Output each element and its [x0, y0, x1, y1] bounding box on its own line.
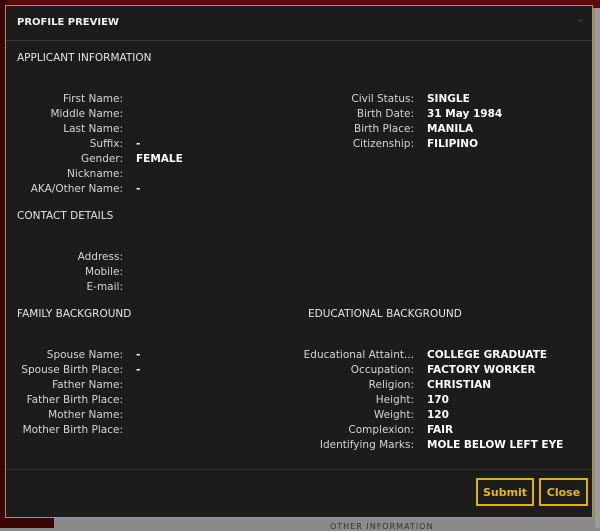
field-row: Citizenship: FILIPINO: [6, 137, 586, 152]
close-button[interactable]: Close: [539, 478, 588, 506]
backdrop-partial-text: OTHER INFORMATION: [330, 522, 434, 531]
modal-header: PROFILE PREVIEW ×: [6, 6, 592, 41]
field-label: Civil Status:: [351, 93, 414, 105]
field-label: Identifying Marks:: [319, 439, 414, 451]
field-label: Birth Place:: [353, 123, 414, 135]
field-label: Nickname:: [67, 168, 123, 180]
field-row: Gender: FEMALE: [6, 152, 586, 167]
field-value: 120: [427, 409, 449, 421]
section-family-background: FAMILY BACKGROUND: [17, 308, 132, 320]
field-row: Birth Date: 31 May 1984: [6, 107, 586, 122]
close-icon[interactable]: ×: [576, 17, 584, 27]
field-label: AKA/Other Name:: [30, 183, 123, 195]
field-value: FEMALE: [136, 153, 183, 165]
section-contact-details: CONTACT DETAILS: [17, 210, 114, 222]
field-row: Address:: [6, 250, 586, 265]
field-row: AKA/Other Name: -: [6, 182, 586, 197]
field-row: Nickname:: [6, 167, 586, 182]
field-label: Address:: [77, 251, 123, 263]
field-label: Birth Date:: [356, 108, 414, 120]
field-row: Mobile:: [6, 265, 586, 280]
section-educational-background: EDUCATIONAL BACKGROUND: [308, 308, 462, 320]
field-label: Occupation:: [350, 364, 414, 376]
field-label: Mobile:: [85, 266, 123, 278]
field-row: E-mail:: [6, 280, 586, 295]
field-value: FILIPINO: [427, 138, 478, 150]
section-applicant-information: APPLICANT INFORMATION: [17, 52, 152, 64]
modal-footer: Submit Close: [6, 469, 592, 517]
field-value: COLLEGE GRADUATE: [427, 349, 548, 361]
field-label: Religion:: [368, 379, 414, 391]
field-value: MOLE BELOW LEFT EYE: [427, 439, 564, 451]
profile-preview-modal: PROFILE PREVIEW × APPLICANT INFORMATION …: [5, 5, 593, 518]
field-row: Religion: CHRISTIAN: [6, 378, 586, 393]
field-label: Gender:: [80, 153, 123, 165]
field-label: Weight:: [373, 409, 414, 421]
field-label: Educational Attaint...: [303, 349, 414, 361]
field-label: Complexion:: [348, 424, 414, 436]
field-value: FACTORY WORKER: [427, 364, 536, 376]
field-row: Birth Place: MANILA: [6, 122, 586, 137]
field-row: Height: 170: [6, 393, 586, 408]
field-label: Height:: [375, 394, 414, 406]
field-row: Complexion: FAIR: [6, 423, 586, 438]
field-label: E-mail:: [86, 281, 123, 293]
field-value: FAIR: [427, 424, 454, 436]
field-row: Weight: 120: [6, 408, 586, 423]
field-label: Citizenship:: [352, 138, 414, 150]
field-value: MANILA: [427, 123, 474, 135]
field-row: Occupation: FACTORY WORKER: [6, 363, 586, 378]
field-value: CHRISTIAN: [427, 379, 492, 391]
field-value: 170: [427, 394, 449, 406]
field-row: Educational Attaint... COLLEGE GRADUATE: [6, 348, 586, 363]
field-value: -: [136, 183, 141, 195]
submit-button[interactable]: Submit: [476, 478, 534, 506]
field-value: 31 May 1984: [427, 108, 503, 120]
field-value: SINGLE: [427, 93, 470, 105]
backdrop-bottom-left: [0, 518, 54, 528]
field-row: Civil Status: SINGLE: [6, 92, 586, 107]
modal-title: PROFILE PREVIEW: [17, 17, 119, 28]
field-row: Identifying Marks: MOLE BELOW LEFT EYE: [6, 438, 586, 453]
backdrop-right-scroll: [595, 8, 600, 528]
